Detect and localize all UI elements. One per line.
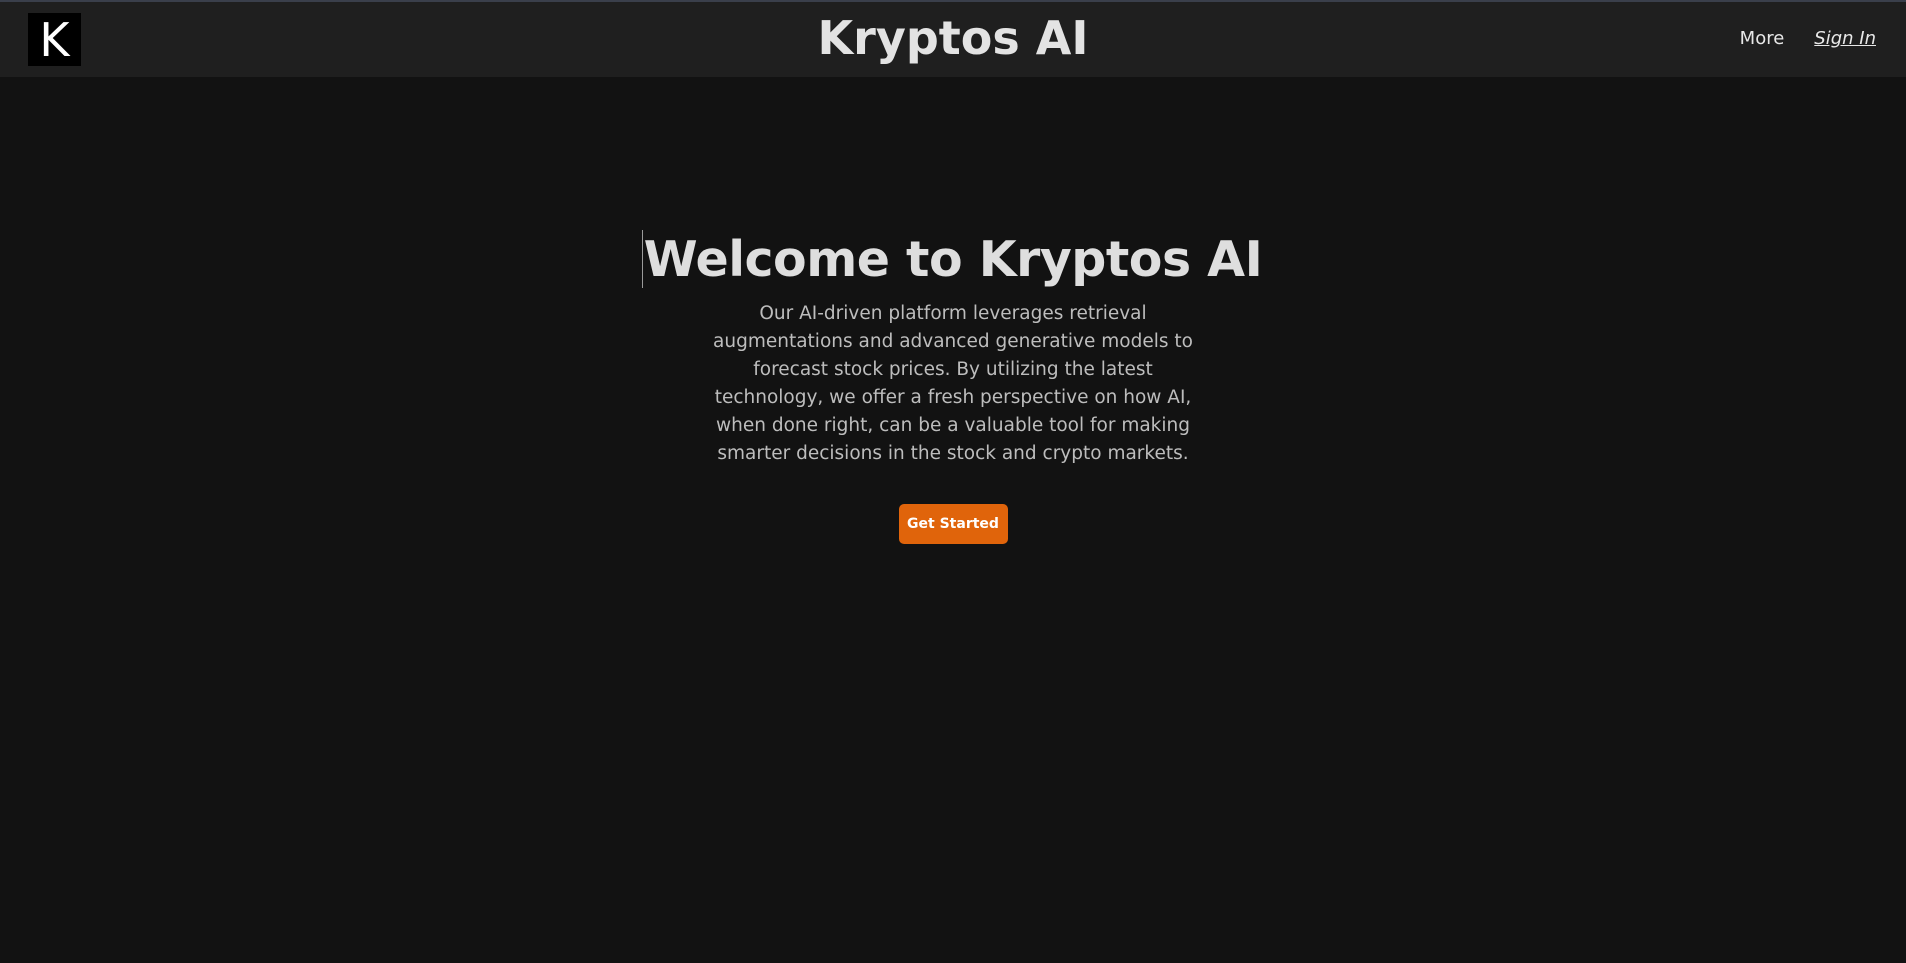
hero-title: Welcome to Kryptos AI bbox=[643, 231, 1263, 288]
site-header: K Kryptos AI More Sign In bbox=[0, 2, 1906, 77]
sign-in-link[interactable]: Sign In bbox=[1814, 26, 1876, 52]
nav-more-link[interactable]: More bbox=[1740, 26, 1785, 52]
hero-section: Welcome to Kryptos AI Our AI-driven plat… bbox=[0, 228, 1906, 544]
site-title: Kryptos AI bbox=[817, 11, 1089, 65]
nav-menu: More Sign In bbox=[1740, 26, 1876, 52]
hero-description: Our AI-driven platform leverages retriev… bbox=[713, 303, 1193, 464]
page: K Kryptos AI More Sign In Welcome to Kry… bbox=[0, 0, 1906, 963]
text-cursor bbox=[641, 230, 643, 288]
logo[interactable]: K bbox=[28, 13, 81, 66]
hero-title-wrapper: Welcome to Kryptos AI bbox=[641, 228, 1263, 292]
get-started-button[interactable]: Get Started bbox=[898, 504, 1008, 544]
